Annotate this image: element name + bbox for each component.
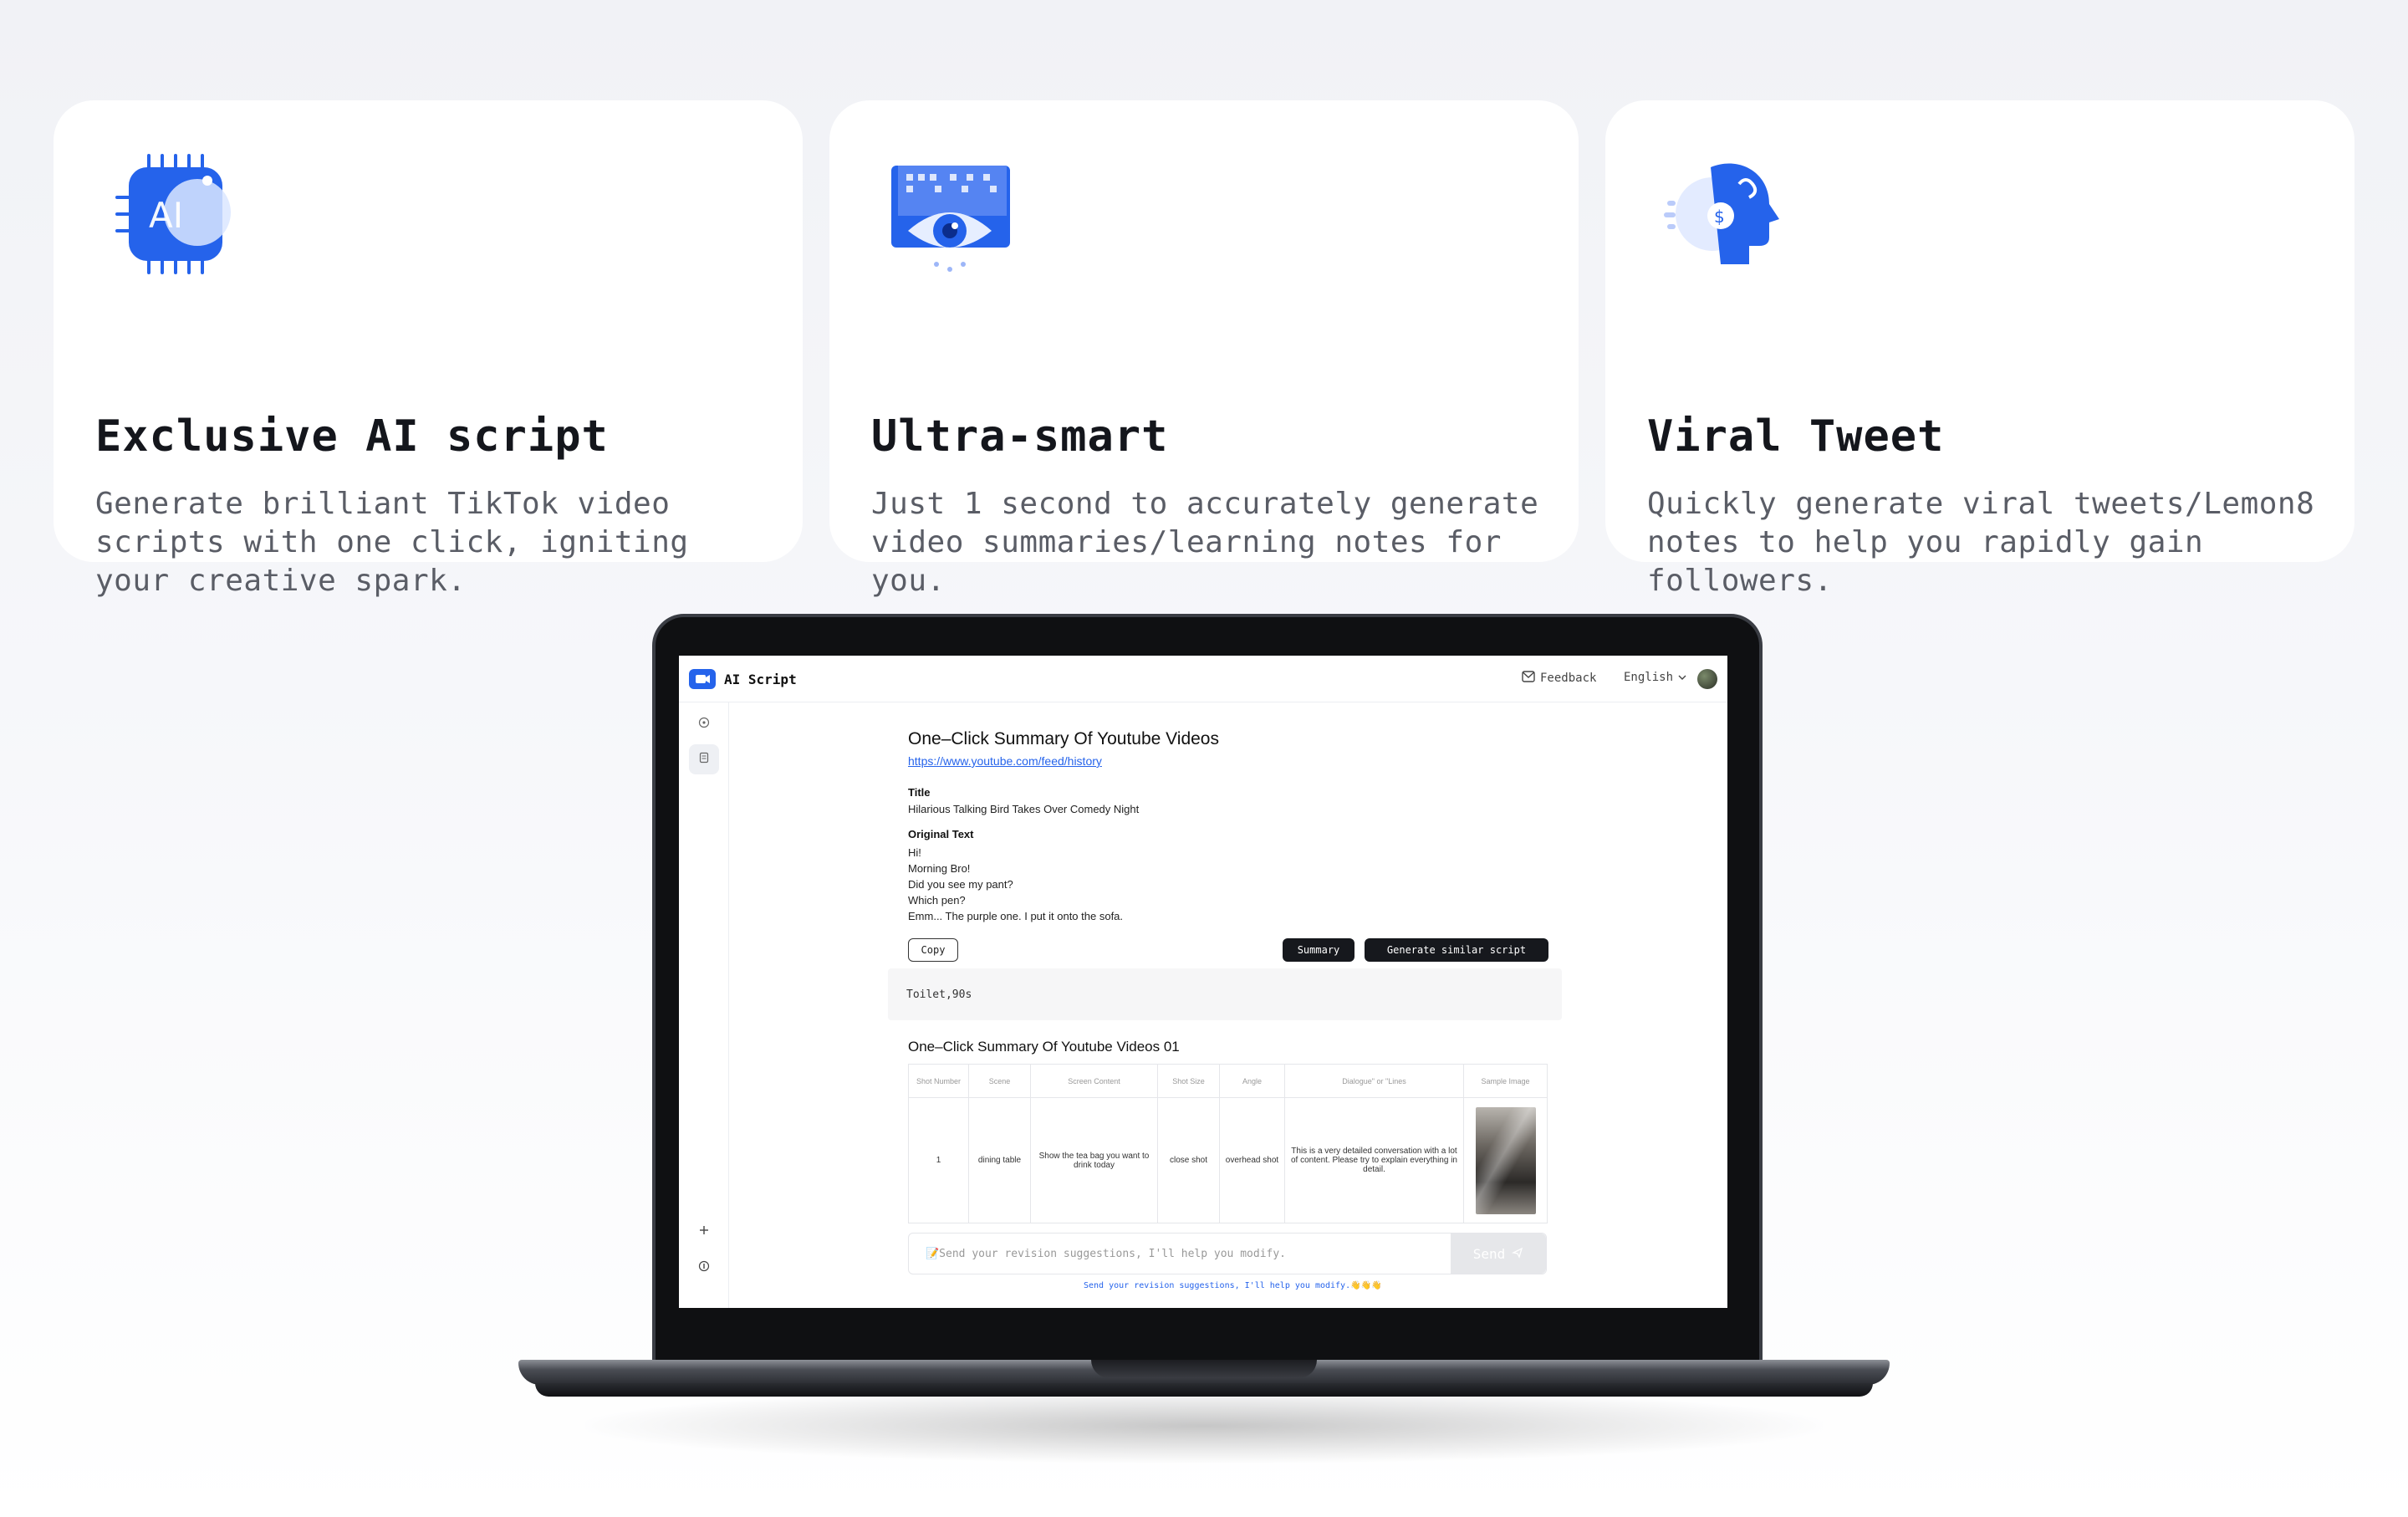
revision-input-bar: 📝Send your revision suggestions, I'll he…	[908, 1233, 1547, 1274]
svg-text:$: $	[1714, 207, 1725, 227]
feature-description: Generate brilliant TikTok video scripts …	[95, 487, 689, 598]
language-select[interactable]: English	[1624, 671, 1686, 684]
laptop-notch	[1091, 1360, 1317, 1378]
language-label: English	[1624, 671, 1674, 684]
send-button[interactable]: Send	[1451, 1234, 1546, 1274]
laptop-screen: AI Script Feedback English One–Click Sum…	[679, 656, 1727, 1308]
original-line: Hi!	[908, 846, 921, 859]
feature-card-ai-script: AI Exclusive AI script Generate brillian…	[54, 100, 803, 598]
feedback-label: Feedback	[1540, 672, 1597, 685]
feature-title: Exclusive AI script	[95, 411, 609, 462]
column-header: Shot Number	[908, 1064, 969, 1098]
feature-description: Quickly generate viral tweets/Lemon8 not…	[1647, 487, 2315, 598]
app-logo-icon[interactable]	[689, 669, 716, 689]
original-line: Morning Bro!	[908, 862, 971, 875]
table-header-row: Shot Number Scene Screen Content Shot Si…	[908, 1064, 1548, 1098]
feature-card-viral-tweet: $ Viral Tweet Quickly generate viral twe…	[1605, 100, 2354, 598]
feature-card-ultra-smart: Ultra-smart Just 1 second to accurately …	[829, 100, 1579, 598]
original-text-label: Original Text	[908, 828, 974, 840]
revision-input[interactable]: 📝Send your revision suggestions, I'll he…	[926, 1248, 1286, 1260]
sidebar-item-explore[interactable]	[689, 709, 719, 739]
column-header: Screen Content	[1030, 1064, 1158, 1098]
user-prompt-bubble: Toilet,90s	[888, 968, 1562, 1020]
compass-icon	[698, 717, 710, 732]
shot-number-cell: 1	[908, 1097, 969, 1223]
angle-cell: overhead shot	[1219, 1097, 1285, 1223]
sidebar-item-new[interactable]	[689, 1216, 719, 1246]
video-link[interactable]: https://www.youtube.com/feed/history	[908, 754, 1102, 768]
column-header: Angle	[1219, 1064, 1285, 1098]
summary-button[interactable]: Summary	[1283, 938, 1354, 962]
generate-similar-script-button[interactable]: Generate similar script	[1365, 938, 1548, 962]
column-header: Dialogue" or "Lines	[1284, 1064, 1464, 1098]
laptop-base-edge	[535, 1383, 1873, 1397]
original-line: Which pen?	[908, 894, 966, 907]
column-header: Scene	[968, 1064, 1031, 1098]
send-label: Send	[1472, 1245, 1506, 1262]
sidebar-item-info[interactable]	[689, 1253, 719, 1283]
summary-heading: One–Click Summary Of Youtube Videos	[908, 729, 1219, 748]
original-line: Did you see my pant?	[908, 878, 1013, 891]
shot-size-cell: close shot	[1157, 1097, 1220, 1223]
shot-table: Shot Number Scene Screen Content Shot Si…	[908, 1064, 1548, 1223]
user-prompt-text: Toilet,90s	[906, 988, 972, 1001]
copy-button[interactable]: Copy	[908, 938, 958, 962]
app-name: AI Script	[724, 672, 797, 687]
plus-icon	[699, 1223, 709, 1239]
feature-description: Just 1 second to accurately generate vid…	[871, 487, 1539, 598]
head-profile-icon: $	[1659, 147, 1793, 281]
column-header: Sample Image	[1463, 1064, 1548, 1098]
avatar[interactable]	[1697, 669, 1717, 689]
feature-title: Viral Tweet	[1647, 411, 1945, 462]
screen-content-cell: Show the tea bag you want to drink today	[1030, 1097, 1158, 1223]
app-header: AI Script Feedback English	[679, 656, 1727, 702]
sample-image[interactable]	[1475, 1106, 1536, 1214]
svg-text:AI: AI	[149, 195, 183, 236]
sample-image-cell	[1463, 1097, 1548, 1223]
original-line: Emm... The purple one. I put it onto the…	[908, 910, 1124, 922]
sidebar	[679, 702, 729, 1308]
result-heading: One–Click Summary Of Youtube Videos 01	[908, 1039, 1180, 1055]
send-icon	[1512, 1246, 1523, 1262]
scene-cell: dining table	[968, 1097, 1031, 1223]
document-icon	[698, 752, 710, 767]
title-value: Hilarious Talking Bird Takes Over Comedy…	[908, 803, 1140, 815]
dialogue-cell: This is a very detailed conversation wit…	[1284, 1097, 1464, 1223]
mail-icon	[1522, 671, 1535, 686]
eye-screen-icon	[883, 147, 1017, 281]
ai-chip-icon: AI	[107, 147, 241, 281]
feedback-button[interactable]: Feedback	[1522, 671, 1596, 686]
sidebar-item-documents[interactable]	[689, 744, 719, 774]
feature-title: Ultra-smart	[871, 411, 1169, 462]
laptop-shadow	[585, 1388, 1823, 1463]
chevron-down-icon	[1678, 671, 1686, 684]
original-text: Hi! Morning Bro! Did you see my pant? Wh…	[908, 845, 1123, 924]
info-icon	[698, 1260, 710, 1275]
column-header: Shot Size	[1157, 1064, 1220, 1098]
revision-hint: Send your revision suggestions, I'll hel…	[1084, 1281, 1382, 1290]
title-label: Title	[908, 786, 931, 799]
table-row: 1 dining table Show the tea bag you want…	[908, 1097, 1548, 1223]
